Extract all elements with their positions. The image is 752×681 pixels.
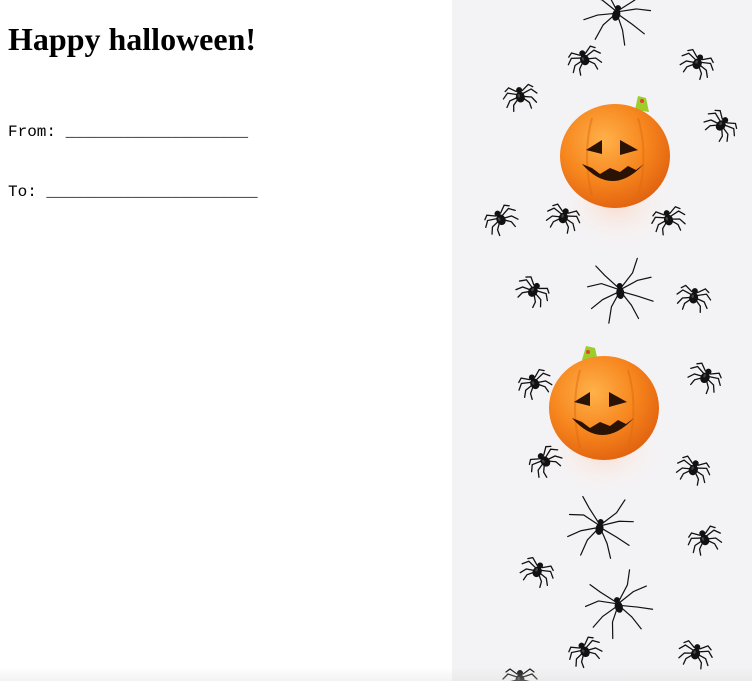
spiders bbox=[480, 0, 742, 681]
card-text: Happy halloween! From: _________________… bbox=[8, 0, 448, 242]
to-line: To: ______________________ bbox=[8, 183, 258, 201]
halloween-illustration bbox=[480, 0, 742, 681]
card-fields: From: ___________________ To: __________… bbox=[8, 82, 448, 242]
pumpkin-bottom bbox=[542, 346, 666, 497]
halloween-photo bbox=[452, 0, 752, 681]
card-title: Happy halloween! bbox=[8, 21, 257, 57]
from-line: From: ___________________ bbox=[8, 123, 249, 141]
